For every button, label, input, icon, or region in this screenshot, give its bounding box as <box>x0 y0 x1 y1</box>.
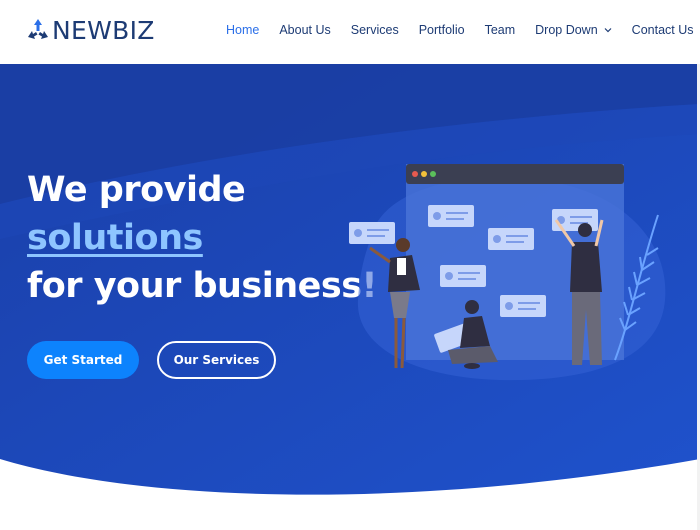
chevron-down-icon <box>604 28 612 33</box>
hero-title: We provide solutions for your business! <box>27 166 378 310</box>
arrows-logo-icon <box>28 18 48 39</box>
get-started-button[interactable]: Get Started <box>27 341 139 379</box>
nav-contact-us[interactable]: Contact Us <box>632 23 694 37</box>
nav-services[interactable]: Services <box>351 23 399 37</box>
nav-drop-down[interactable]: Drop Down <box>535 23 612 37</box>
site-header: NEWBIZ Home About Us Services Portfolio … <box>0 0 700 64</box>
nav-team[interactable]: Team <box>485 23 516 37</box>
hero-title-line3: for your business! <box>27 266 378 306</box>
hero-title-highlight: solutions <box>27 218 203 258</box>
nav-portfolio[interactable]: Portfolio <box>419 23 465 37</box>
nav-drop-down-label: Drop Down <box>535 23 598 37</box>
hero-title-line1: We provide <box>27 170 246 210</box>
our-services-button[interactable]: Our Services <box>157 341 276 379</box>
hero-illustration <box>349 164 666 381</box>
main-nav: Home About Us Services Portfolio Team Dr… <box>226 23 694 37</box>
brand-name: NEWBIZ <box>52 16 155 45</box>
nav-home[interactable]: Home <box>226 23 259 37</box>
site-logo[interactable]: NEWBIZ <box>26 16 155 45</box>
nav-about-us[interactable]: About Us <box>279 23 330 37</box>
